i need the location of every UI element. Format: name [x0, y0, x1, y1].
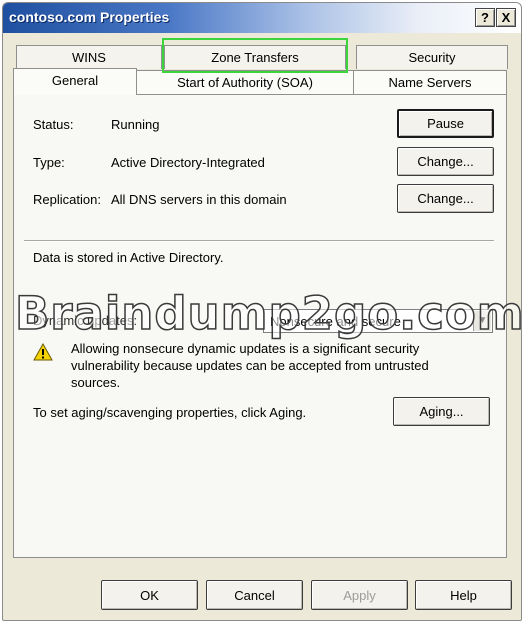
separator [24, 240, 494, 242]
properties-dialog: contoso.com Properties ? X WINS Zone Tra… [2, 2, 522, 621]
window-title: contoso.com Properties [9, 9, 170, 25]
aging-button[interactable]: Aging... [393, 397, 490, 426]
cancel-button[interactable]: Cancel [206, 580, 303, 610]
title-bar[interactable]: contoso.com Properties ? X [3, 3, 521, 33]
type-label: Type: [33, 155, 65, 170]
tab-general[interactable]: General [13, 68, 137, 95]
replication-change-button[interactable]: Change... [397, 184, 494, 213]
tab-start-of-authority[interactable]: Start of Authority (SOA) [136, 70, 354, 94]
tab-security[interactable]: Security [356, 45, 508, 69]
tab-wins[interactable]: WINS [16, 45, 162, 69]
ok-button[interactable]: OK [101, 580, 198, 610]
aging-description: To set aging/scavenging properties, clic… [33, 405, 307, 420]
apply-button[interactable]: Apply [311, 580, 408, 610]
status-label: Status: [33, 117, 74, 132]
replication-value: All DNS servers in this domain [111, 192, 287, 207]
help-icon[interactable]: ? [475, 8, 495, 27]
watermark-text: Braindump2go.com [14, 286, 522, 341]
type-value: Active Directory-Integrated [111, 155, 265, 170]
security-warning-text: Allowing nonsecure dynamic updates is a … [71, 341, 429, 390]
storage-note: Data is stored in Active Directory. [33, 250, 224, 265]
tab-name-servers[interactable]: Name Servers [353, 70, 507, 94]
tab-zone-transfers[interactable]: Zone Transfers [164, 45, 346, 69]
help-button[interactable]: Help [415, 580, 512, 610]
replication-label: Replication: [33, 192, 101, 207]
warning-icon [33, 343, 53, 361]
close-icon[interactable]: X [496, 8, 516, 27]
type-change-button[interactable]: Change... [397, 147, 494, 176]
pause-button[interactable]: Pause [397, 109, 494, 138]
status-value: Running [111, 117, 160, 132]
